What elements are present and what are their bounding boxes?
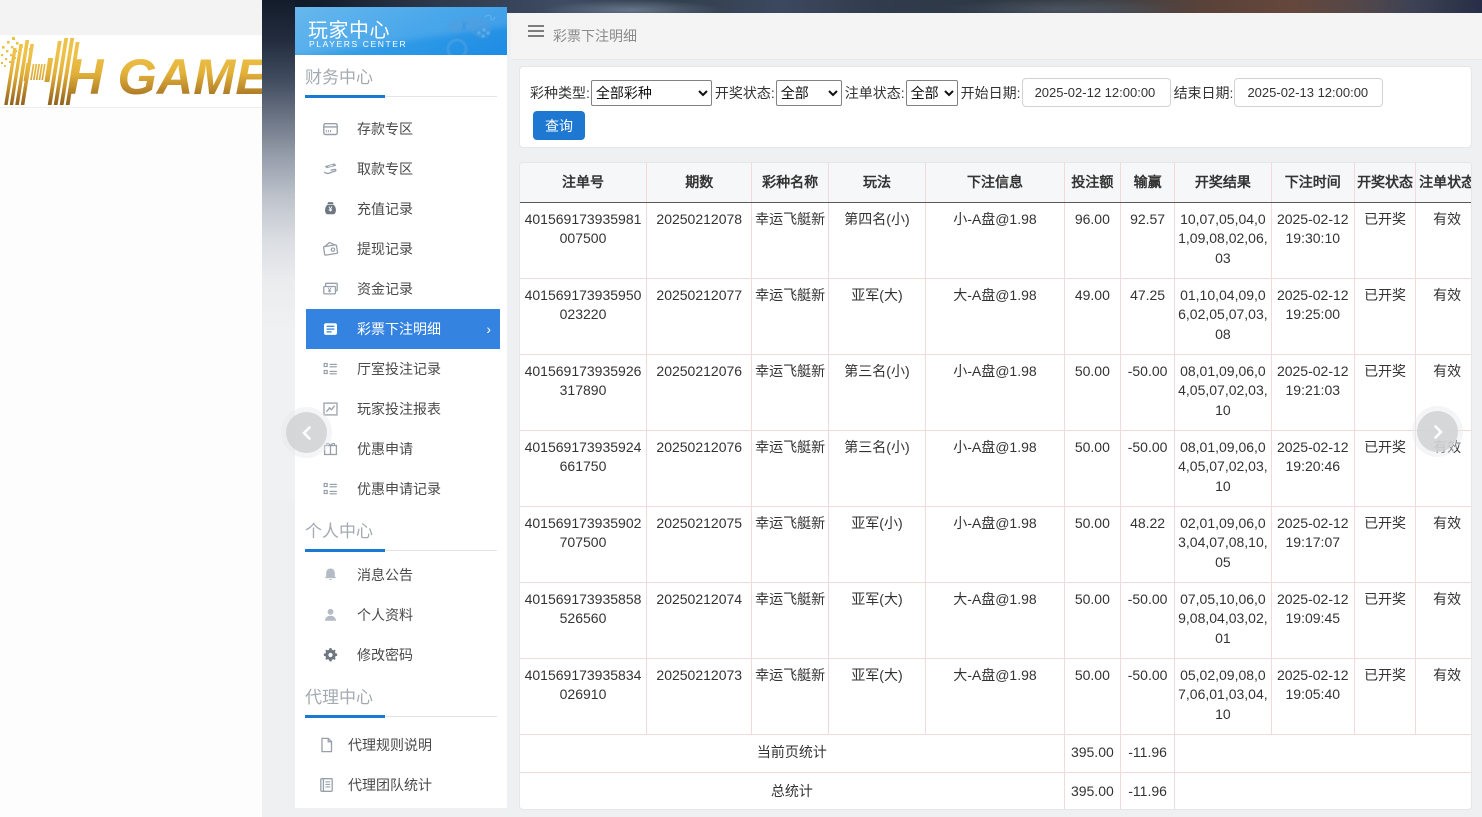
svg-text:¥: ¥ [329, 207, 333, 214]
svg-text:H GAME: H GAME [67, 48, 262, 105]
svg-text:¥: ¥ [328, 288, 332, 295]
